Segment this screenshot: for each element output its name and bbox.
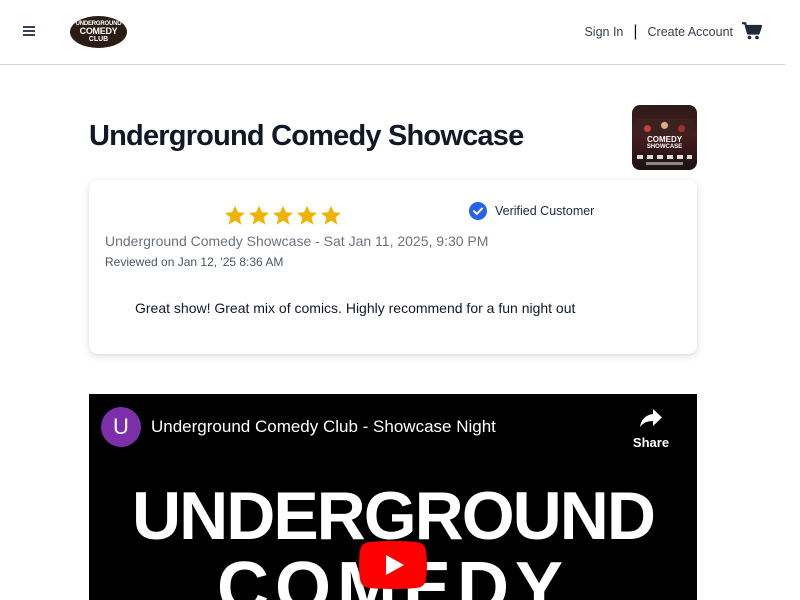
page-title: Underground Comedy Showcase — [89, 120, 524, 152]
video-title[interactable]: Underground Comedy Club - Showcase Night — [151, 417, 496, 437]
video-frame-line-1: UNDERGROUND — [132, 478, 656, 554]
star-icon — [248, 205, 270, 225]
thumbnail-line-2: SHOWCASE — [646, 144, 683, 150]
account-nav: Sign In | Create Account — [584, 23, 733, 40]
site-logo[interactable]: UNDERGROUND COMEDY CLUB — [70, 16, 127, 48]
review-text: Great show! Great mix of comics. Highly … — [135, 300, 576, 316]
star-rating — [224, 205, 342, 226]
review-event-line: Underground Comedy Showcase - Sat Jan 11… — [105, 233, 489, 249]
logo-line-2: COMEDY — [79, 26, 118, 36]
play-icon[interactable] — [359, 541, 427, 589]
site-header: UNDERGROUND COMEDY CLUB Sign In | Create… — [0, 0, 785, 65]
menu-icon[interactable] — [23, 24, 39, 40]
nav-separator: | — [633, 23, 638, 40]
video-player[interactable]: UNDERGROUND COMEDY U Underground Comedy … — [89, 394, 697, 600]
logo-line-3: CLUB — [88, 36, 109, 43]
share-label: Share — [632, 435, 670, 450]
create-account-link[interactable]: Create Account — [648, 25, 733, 39]
star-icon — [272, 205, 294, 225]
star-icon — [224, 205, 246, 225]
star-icon — [320, 205, 342, 225]
star-icon — [296, 205, 318, 225]
channel-avatar[interactable]: U — [101, 407, 141, 447]
event-thumbnail: COMEDY SHOWCASE — [632, 105, 697, 170]
review-card: Verified Customer Underground Comedy Sho… — [89, 180, 697, 354]
verified-badge: Verified Customer — [469, 202, 594, 220]
thumbnail-line-1: COMEDY — [646, 135, 683, 144]
cart-icon[interactable] — [742, 22, 762, 40]
verified-label: Verified Customer — [495, 204, 595, 218]
check-circle-icon — [469, 202, 487, 220]
share-button[interactable]: Share — [627, 408, 675, 452]
sign-in-link[interactable]: Sign In — [584, 25, 623, 39]
review-date: Reviewed on Jan 12, '25 8:36 AM — [105, 255, 284, 269]
share-icon — [640, 409, 662, 427]
